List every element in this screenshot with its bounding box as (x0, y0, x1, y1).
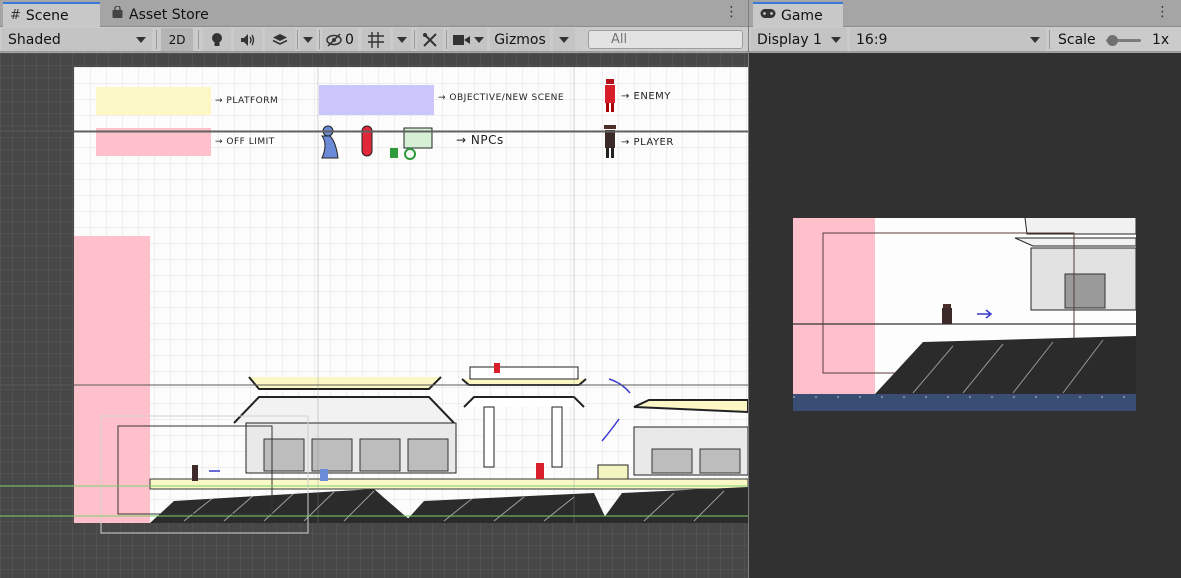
lighting-toggle-button[interactable] (203, 28, 231, 51)
gizmos-dropdown[interactable] (553, 28, 575, 51)
aspect-ratio-value: 16:9 (856, 31, 888, 48)
aspect-ratio-dropdown[interactable]: 16:9 (850, 28, 1046, 51)
tab-scene-label: Scene (25, 7, 69, 24)
tools-button[interactable] (417, 28, 443, 51)
chevron-down-icon (136, 36, 146, 43)
game-render-output (793, 218, 1136, 411)
audio-toggle-button[interactable] (234, 28, 262, 51)
game-toolbar: Display 1 16:9 Scale 1x (749, 27, 1181, 52)
effects-dropdown[interactable] (300, 28, 316, 51)
chevron-down-icon (1030, 36, 1040, 43)
divider (297, 30, 298, 49)
scale-label: Scale (1058, 31, 1096, 48)
display-dropdown[interactable]: Display 1 (751, 28, 847, 51)
chevron-down-icon (473, 36, 484, 43)
camera-icon (452, 34, 470, 45)
game-tabbar: Game ⋮ (749, 0, 1181, 27)
game-kebab-menu-icon[interactable]: ⋮ (1155, 4, 1170, 20)
bag-icon (111, 5, 124, 23)
game-viewport[interactable] (749, 53, 1181, 578)
game-panel: Game ⋮ Display 1 16:9 Scale 1x (748, 0, 1181, 578)
chevron-down-icon (397, 36, 407, 43)
scene-panel: # Scene Asset Store ⋮ Shaded 2D 0 Gizmos… (0, 0, 748, 578)
tab-scene[interactable]: # Scene (3, 2, 100, 27)
lightbulb-icon (212, 32, 222, 46)
divider (156, 30, 157, 49)
layers-icon (272, 33, 288, 45)
hierarchy-search-input[interactable] (588, 30, 743, 49)
scene-toolbar: Shaded 2D 0 Gizmos All (0, 27, 748, 52)
gizmos-label: Gizmos (494, 31, 546, 48)
grid-dropdown[interactable] (393, 28, 411, 51)
scene-tabbar: # Scene Asset Store ⋮ (0, 0, 748, 27)
display-value: Display 1 (757, 31, 822, 48)
chevron-down-icon (303, 36, 313, 43)
hidden-count: 0 (345, 31, 354, 48)
speaker-icon (241, 33, 255, 46)
scale-value: 1x (1152, 31, 1170, 48)
shading-mode-dropdown[interactable]: Shaded (2, 28, 152, 51)
scene-visibility-toggle[interactable]: 0 (322, 28, 358, 51)
toggle-2d-button[interactable]: 2D (161, 28, 193, 51)
tab-asset-store-label: Asset Store (129, 6, 209, 23)
camera-gizmos (0, 130, 748, 534)
hash-icon: # (10, 8, 21, 23)
effects-toggle-button[interactable] (265, 28, 295, 51)
tab-game-label: Game (781, 7, 823, 24)
chevron-down-icon (559, 36, 569, 43)
gizmos-button[interactable]: Gizmos (490, 28, 550, 51)
scene-kebab-menu-icon[interactable]: ⋮ (724, 4, 739, 20)
scene-viewport[interactable]: → PLATFORM → OFF LIMIT → OBJECTIVE/NEW S… (0, 53, 748, 578)
grid-icon (368, 31, 384, 48)
divider (1049, 30, 1050, 49)
game-scene-sketch (793, 218, 1136, 411)
hidden-eye-icon (326, 32, 342, 47)
divider (198, 30, 199, 49)
divider (414, 30, 415, 49)
shading-mode-value: Shaded (8, 31, 61, 48)
grid-toggle-button[interactable] (362, 28, 390, 51)
camera-dropdown[interactable] (449, 28, 487, 51)
tools-icon (423, 32, 437, 47)
gamepad-icon (760, 8, 776, 23)
tab-game[interactable]: Game (753, 2, 843, 27)
scale-slider-thumb[interactable] (1107, 35, 1118, 46)
toggle-2d-label: 2D (168, 32, 186, 47)
divider (319, 30, 320, 49)
chevron-down-icon (831, 36, 841, 43)
divider (446, 30, 447, 49)
tab-asset-store[interactable]: Asset Store (104, 2, 216, 27)
